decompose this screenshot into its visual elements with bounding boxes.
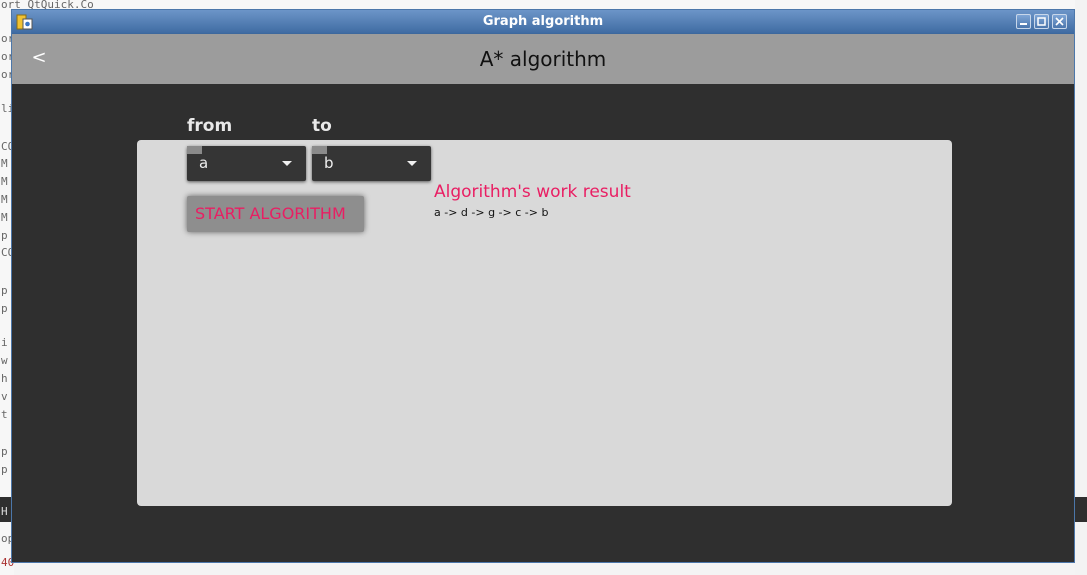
close-button[interactable] xyxy=(1052,14,1067,29)
from-combobox[interactable]: a xyxy=(187,146,306,181)
bg-code-line: M xyxy=(1,193,8,206)
page-title: A* algorithm xyxy=(479,47,607,71)
to-label: to xyxy=(312,116,332,136)
chevron-down-icon xyxy=(407,161,417,166)
close-icon xyxy=(1055,17,1064,26)
maximize-button[interactable] xyxy=(1034,14,1049,29)
bg-code-line: p xyxy=(1,229,8,242)
bg-code-line: p xyxy=(1,302,8,315)
app-window: Graph algorithm < A* algorithm from to a xyxy=(11,9,1075,563)
bg-code-line: M xyxy=(1,175,8,188)
minimize-button[interactable] xyxy=(1016,14,1031,29)
bg-code-line: p xyxy=(1,463,8,476)
bg-code-line: p xyxy=(1,445,8,458)
maximize-icon xyxy=(1037,17,1046,26)
from-label: from xyxy=(187,116,233,136)
bg-code-line: p xyxy=(1,284,8,297)
bg-code-line: w xyxy=(1,354,8,367)
main-content: from to a b START ALGORITHM Algorithm's … xyxy=(12,84,1074,562)
chevron-down-icon xyxy=(282,161,292,166)
bg-code-line: i xyxy=(1,336,8,349)
window-titlebar[interactable]: Graph algorithm xyxy=(12,10,1074,34)
bg-code-line: v xyxy=(1,390,8,403)
result-path: a -> d -> g -> c -> b xyxy=(434,206,549,219)
combobox-corner-marker xyxy=(312,146,327,154)
to-combobox-value: b xyxy=(324,154,334,172)
bg-code-line: h xyxy=(1,372,8,385)
minimize-icon xyxy=(1020,23,1027,25)
from-combobox-value: a xyxy=(199,154,209,172)
bg-code-line: M xyxy=(1,211,8,224)
result-title: Algorithm's work result xyxy=(434,182,631,202)
start-algorithm-button-label: START ALGORITHM xyxy=(195,204,346,223)
to-combobox[interactable]: b xyxy=(312,146,431,181)
combobox-corner-marker xyxy=(187,146,202,154)
bg-code-line: Н xyxy=(1,505,8,518)
window-title: Graph algorithm xyxy=(482,14,604,29)
background-output-strip-right xyxy=(1075,497,1087,522)
bg-code-line: M xyxy=(1,157,8,170)
start-algorithm-button[interactable]: START ALGORITHM xyxy=(187,196,364,232)
bg-code-line: t xyxy=(1,408,8,421)
background-right-edge xyxy=(1075,0,1087,575)
app-bar: < A* algorithm xyxy=(12,34,1074,84)
